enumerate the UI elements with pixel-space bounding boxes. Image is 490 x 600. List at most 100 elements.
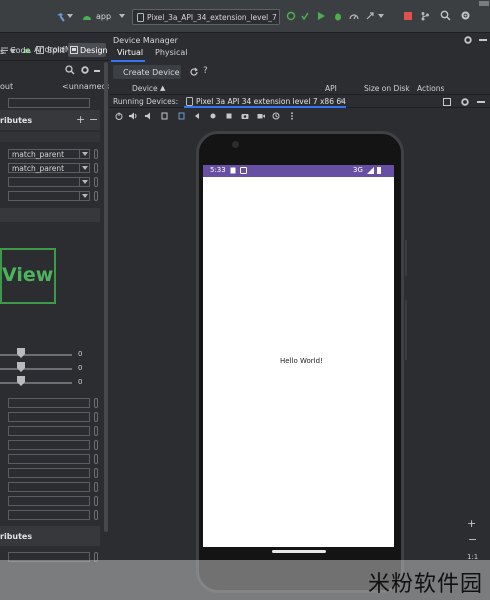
attach-debugger-icon[interactable] (365, 11, 375, 21)
section-title: ributes (0, 532, 33, 541)
gesture-nav-handle[interactable] (272, 550, 326, 553)
resource-picker-icon[interactable] (94, 412, 98, 422)
view-mode-code[interactable]: Code (0, 43, 34, 57)
view-mode-design[interactable]: Design (68, 43, 108, 57)
resource-picker-icon[interactable] (94, 398, 98, 408)
refresh-icon[interactable] (189, 67, 199, 77)
top-right-action-icon[interactable] (478, 0, 490, 6)
screenshot-icon[interactable] (241, 112, 249, 120)
attribute-input[interactable] (8, 454, 90, 464)
column-header-api[interactable]: API (325, 84, 337, 93)
device-manager-title: Device Manager (113, 36, 178, 45)
running-devices-bar: Running Devices: Pixel 3a API 34 extensi… (109, 94, 490, 108)
tab-physical[interactable]: Physical (149, 46, 189, 62)
attribute-select[interactable] (8, 177, 90, 187)
bias-slider-thumb[interactable] (17, 348, 25, 358)
attribute-input[interactable] (8, 426, 90, 436)
search-icon[interactable] (440, 10, 451, 21)
resource-picker-icon[interactable] (94, 454, 98, 464)
settings-icon[interactable] (80, 65, 90, 75)
search-icon[interactable] (65, 65, 75, 75)
debug-icon[interactable] (333, 11, 343, 21)
git-icon[interactable] (420, 11, 430, 21)
zoom-in-icon[interactable]: + (467, 517, 476, 530)
resource-picker-icon[interactable] (94, 482, 98, 492)
window-icon[interactable] (443, 98, 451, 106)
device-manager-settings-icon[interactable] (463, 35, 473, 45)
column-header-device[interactable]: Device (132, 84, 158, 93)
back-icon[interactable] (193, 112, 201, 120)
help-icon[interactable]: ? (203, 66, 213, 78)
resource-picker-icon[interactable] (94, 468, 98, 478)
attribute-select[interactable] (8, 191, 90, 201)
more-options-icon[interactable] (288, 112, 296, 120)
view-mode-label: Split (47, 46, 65, 55)
zoom-out-icon[interactable]: − (468, 533, 477, 546)
attributes-section-header[interactable]: ributes + − (0, 110, 100, 130)
resource-picker-icon[interactable] (94, 149, 98, 159)
minimize-icon[interactable] (477, 101, 485, 103)
settings-icon[interactable] (460, 10, 471, 21)
resource-picker-icon[interactable] (94, 426, 98, 436)
home-icon[interactable] (209, 112, 217, 120)
app-screen[interactable]: Hello World! (203, 177, 394, 547)
close-icon[interactable]: × (339, 96, 346, 105)
battery-icon (377, 167, 381, 174)
panel-scrollbar[interactable] (104, 62, 108, 532)
layout-height-select[interactable]: match_parent (8, 163, 90, 173)
resource-picker-icon[interactable] (94, 510, 98, 520)
minimize-icon[interactable] (94, 70, 100, 72)
rotate-left-icon[interactable] (161, 112, 169, 120)
layout-width-select[interactable]: match_parent (8, 149, 90, 159)
run-icon[interactable] (316, 11, 326, 21)
attribute-input[interactable] (8, 496, 90, 506)
hammer-icon[interactable] (56, 12, 66, 22)
settings-icon[interactable] (460, 97, 470, 107)
phone-icon (186, 97, 193, 106)
view-mode-split[interactable]: Split (36, 43, 66, 57)
attribute-spacer-row (0, 132, 100, 142)
common-attributes-header[interactable]: ributes (0, 526, 100, 546)
screen-record-icon[interactable] (257, 112, 265, 120)
device-manager-minimize-icon[interactable] (479, 39, 487, 41)
apply-changes-icon[interactable] (300, 11, 310, 21)
create-device-button[interactable]: Create Device (113, 65, 181, 79)
id-field[interactable] (8, 98, 90, 108)
resource-picker-icon[interactable] (94, 496, 98, 506)
add-attribute-icon[interactable]: + (76, 113, 85, 126)
tab-virtual[interactable]: Virtual (111, 46, 145, 62)
attribute-input[interactable] (8, 510, 90, 520)
remove-attribute-icon[interactable]: − (89, 113, 98, 126)
constraint-section-header[interactable] (0, 208, 100, 222)
profile-icon[interactable] (349, 11, 359, 21)
resource-picker-icon[interactable] (94, 440, 98, 450)
attribute-input[interactable] (8, 440, 90, 450)
notification-icon (240, 167, 247, 174)
overview-icon[interactable] (225, 112, 233, 120)
chevron-down-icon[interactable] (67, 14, 73, 18)
column-header-actions[interactable]: Actions (417, 84, 444, 93)
device-manager-header: Device Manager Virtual Physical (109, 33, 490, 62)
attribute-input[interactable] (8, 398, 90, 408)
resource-picker-icon[interactable] (94, 191, 98, 201)
rotate-right-icon[interactable] (177, 112, 185, 120)
sim-icon (230, 167, 236, 174)
bias-slider-thumb[interactable] (17, 362, 25, 372)
snapshot-icon[interactable] (272, 112, 280, 120)
attribute-input[interactable] (8, 468, 90, 478)
running-device-tab[interactable]: Pixel 3a API 34 extension level 7 x86 64… (184, 95, 346, 108)
chevron-down-icon[interactable] (378, 11, 386, 21)
bias-slider-thumb[interactable] (17, 376, 25, 386)
power-icon[interactable] (115, 112, 123, 120)
resource-picker-icon[interactable] (94, 163, 98, 173)
attribute-input[interactable] (8, 412, 90, 422)
device-selector[interactable]: Pixel_3a_API_34_extension_level_7_x8 (132, 9, 280, 25)
volume-up-icon[interactable] (129, 112, 137, 120)
volume-down-icon[interactable] (145, 112, 153, 120)
design-icon (70, 46, 78, 54)
refresh-icon[interactable] (286, 11, 296, 21)
column-header-size[interactable]: Size on Disk (364, 84, 410, 93)
stop-icon[interactable] (403, 11, 413, 21)
attribute-input[interactable] (8, 482, 90, 492)
resource-picker-icon[interactable] (94, 177, 98, 187)
